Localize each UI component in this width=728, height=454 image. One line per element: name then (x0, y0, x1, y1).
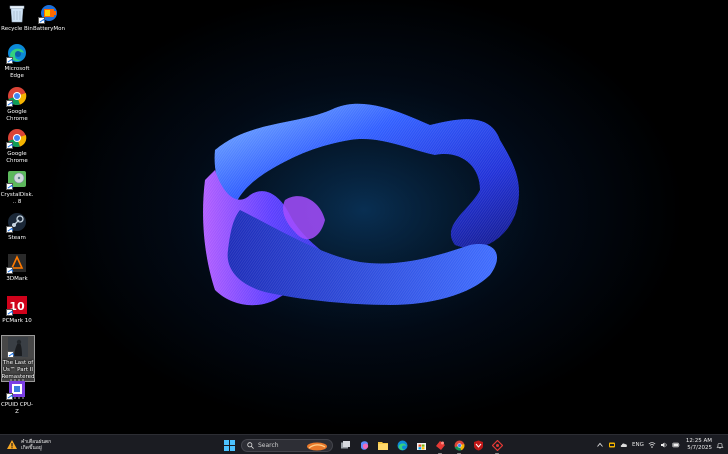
notification-bell-icon[interactable] (716, 441, 724, 449)
task-view-button[interactable] (338, 438, 352, 452)
taskbar-app-store[interactable] (414, 438, 428, 452)
wifi-icon[interactable] (648, 441, 656, 449)
diamond-app-icon (491, 439, 503, 451)
system-tray: ENG 12:25 AM 5/7/2025 (596, 435, 724, 454)
crystaldisk-icon (6, 168, 28, 190)
weather-line-2: เกิดขึ้นอยู่ (21, 445, 42, 451)
desktop-icon-the-last-of-us[interactable]: The Last of Us™ Part II Remastered (1, 335, 35, 382)
microsoft-store-icon (416, 442, 426, 450)
chrome-icon (6, 85, 28, 107)
taskbar-clock[interactable]: 12:25 AM 5/7/2025 (686, 438, 712, 452)
taskbar-app-edge[interactable] (395, 438, 409, 452)
chrome-icon (6, 127, 28, 149)
windows-logo-icon (223, 439, 235, 451)
edge-icon (6, 42, 28, 64)
desktop-icon-label: Microsoft Edge (4, 66, 30, 79)
copilot-icon (360, 440, 368, 450)
clock-date: 5/7/2025 (687, 445, 712, 451)
desktop-icon-label: BatteryMon (33, 26, 65, 32)
taskbar: คำเตือนฝนตก เกิดขึ้นอยู่ Search ENG 12:2… (0, 434, 728, 454)
desktop-icon-steam[interactable]: Steam (0, 211, 34, 242)
desktop-icon-google-chrome-2[interactable]: Google Chrome (0, 127, 34, 165)
tray-app-icon[interactable] (608, 441, 616, 449)
desktop-icon-batterymon[interactable]: BatteryMon (32, 2, 66, 33)
volume-icon[interactable] (660, 441, 668, 449)
desktop-icon-3dmark[interactable]: 3DMark (0, 252, 34, 283)
cpuz-icon (6, 378, 28, 400)
recycle-bin-icon (6, 2, 28, 24)
desktop-icon-crystaldisk[interactable]: CrystalDisk... 8 (0, 168, 34, 206)
desktop-icon-label: Google Chrome (6, 151, 28, 164)
file-explorer-icon (378, 441, 388, 450)
battery-icon[interactable] (672, 441, 680, 449)
desktop-icon-label: CPUID CPU-Z (1, 402, 33, 415)
batterymon-icon (38, 2, 60, 24)
desktop-icon-label: Steam (8, 235, 26, 241)
input-language-indicator[interactable]: ENG (632, 442, 644, 448)
tlou-icon (7, 336, 29, 358)
desktop-icon-label: Google Chrome (6, 109, 28, 122)
desktop-icon-google-chrome-1[interactable]: Google Chrome (0, 85, 34, 123)
search-icon (247, 441, 254, 449)
desktop-icon-cpuid-cpu-z[interactable]: CPUID CPU-Z (0, 378, 34, 416)
pcmark-icon: 10 (6, 294, 28, 316)
desktop-icon-recycle-bin[interactable]: Recycle Bin (0, 2, 34, 33)
3dmark-icon (6, 252, 28, 274)
weather-warning-icon (7, 440, 17, 449)
desktop-icon-label: PCMark 10 (2, 318, 32, 324)
taskbar-app-chrome[interactable] (452, 438, 466, 454)
taskbar-search-box[interactable]: Search (241, 438, 333, 452)
edge-icon (397, 440, 407, 450)
taskbar-app-mcafee[interactable] (471, 438, 485, 452)
search-highlight-icon (307, 442, 327, 450)
taskbar-center: Search (222, 436, 504, 454)
desktop-wallpaper[interactable] (0, 0, 728, 434)
taskbar-app-copilot[interactable] (357, 438, 371, 452)
start-button[interactable] (222, 438, 236, 452)
taskbar-app-game[interactable] (490, 438, 504, 454)
red-app-icon (435, 440, 445, 450)
desktop-icon-label: Recycle Bin (1, 26, 33, 32)
desktop-icon-pcmark-10[interactable]: 10 PCMark 10 (0, 294, 34, 325)
clock-time: 12:25 AM (685, 438, 712, 444)
chevron-up-icon[interactable] (596, 441, 604, 449)
taskbar-app-file-explorer[interactable] (376, 438, 390, 452)
onedrive-cloud-icon[interactable] (620, 441, 628, 449)
weather-widget[interactable]: คำเตือนฝนตก เกิดขึ้นอยู่ (6, 437, 51, 453)
search-placeholder: Search (258, 441, 279, 449)
steam-icon (6, 211, 28, 233)
desktop-icon-microsoft-edge[interactable]: Microsoft Edge (0, 42, 34, 80)
task-view-icon (340, 440, 350, 448)
chrome-icon (454, 440, 464, 450)
desktop-icon-label: 3DMark (6, 276, 28, 282)
taskbar-app-red-tool[interactable] (433, 438, 447, 454)
wallpaper-ribbon-art (134, 50, 594, 370)
desktop-icon-label: CrystalDisk... 8 (0, 192, 34, 205)
shield-app-icon (473, 440, 483, 450)
